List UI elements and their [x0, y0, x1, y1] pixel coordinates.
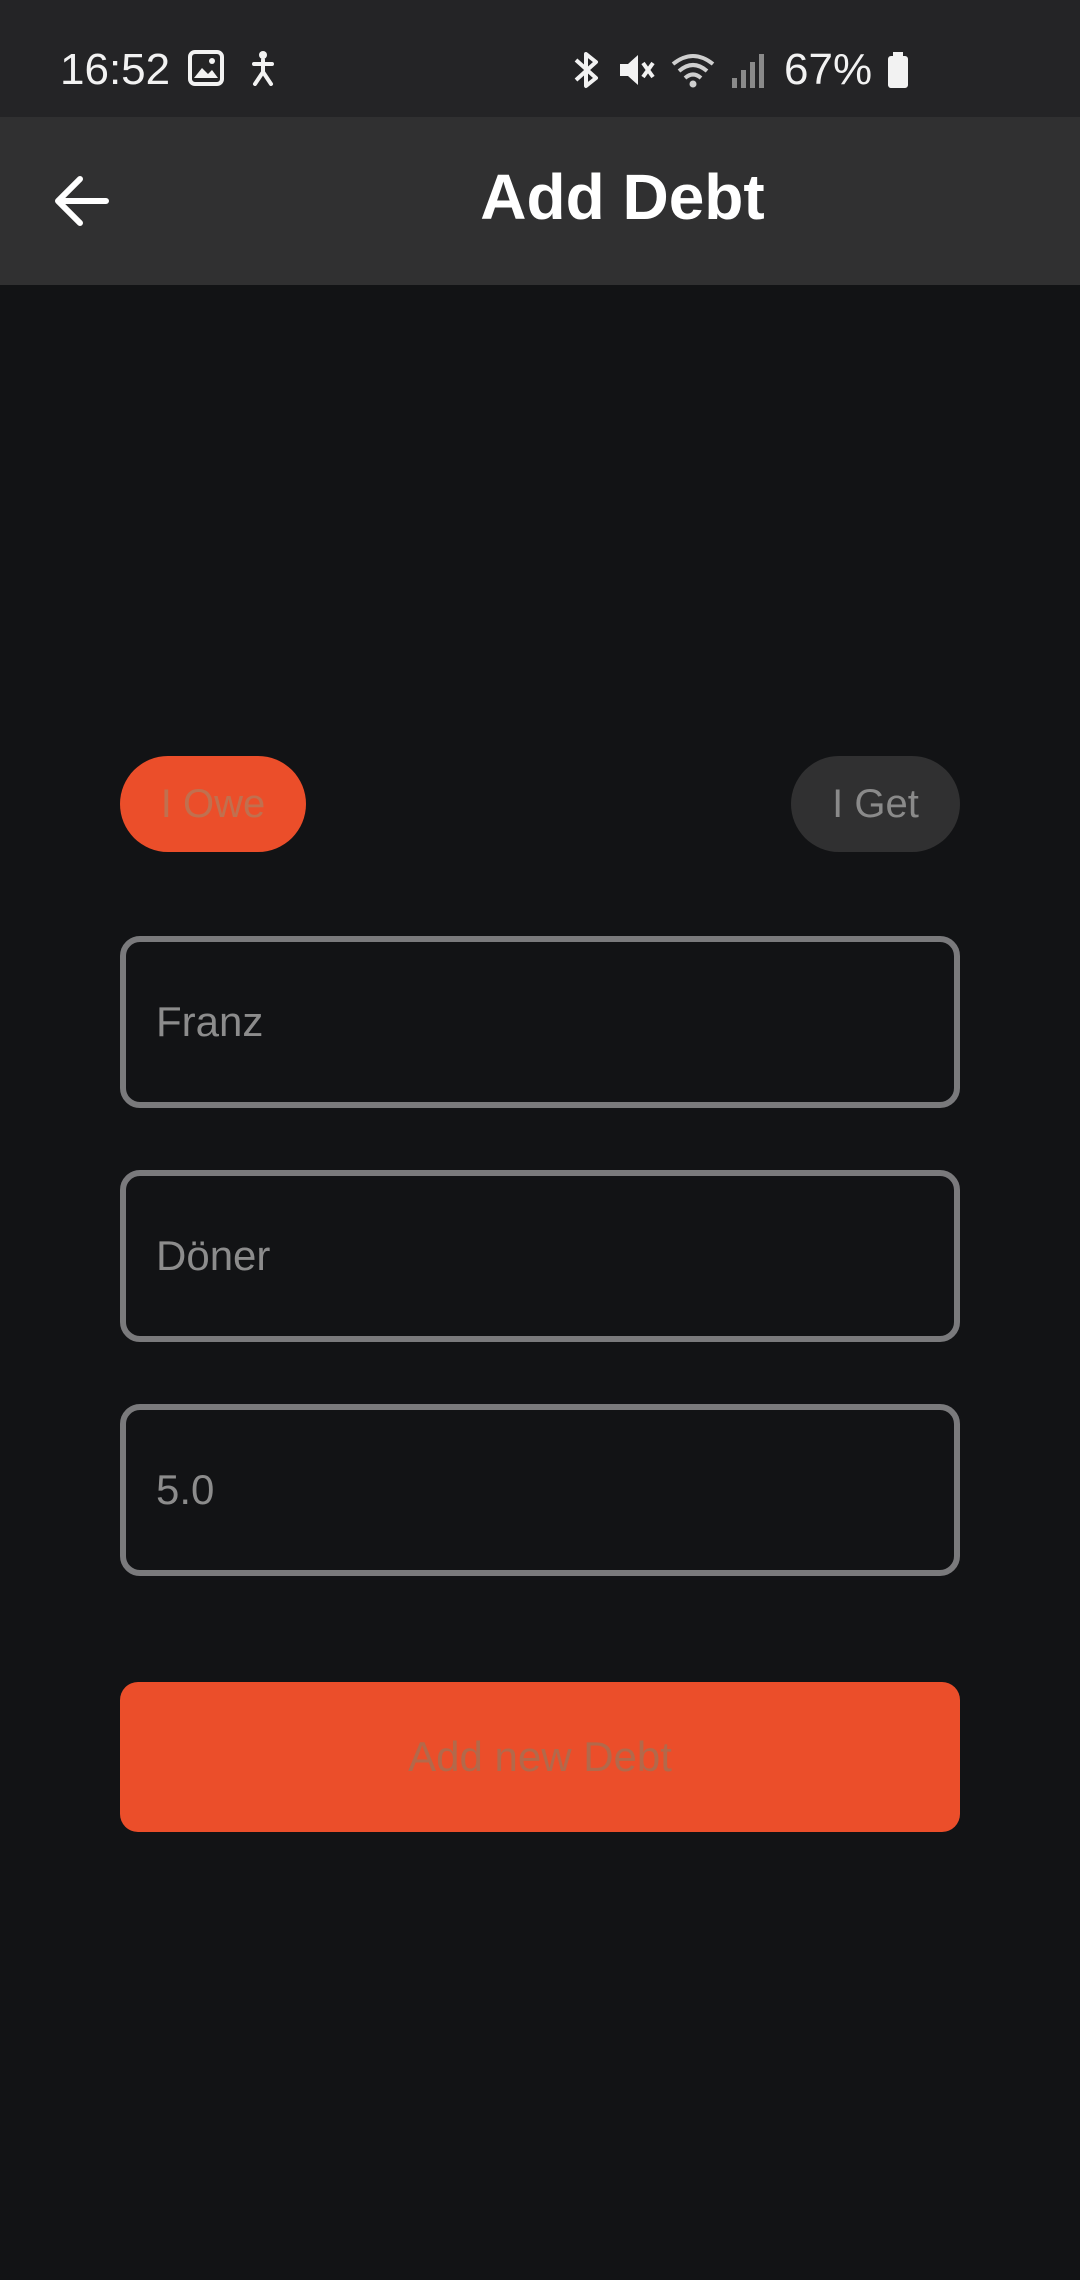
status-right-icons: 67%: [570, 40, 910, 100]
description-input[interactable]: [156, 1176, 926, 1336]
page-title: Add Debt: [480, 161, 765, 233]
i-owe-toggle[interactable]: I Owe: [120, 756, 306, 852]
bluetooth-icon: [570, 50, 602, 90]
status-time: 16:52: [60, 45, 171, 94]
gallery-icon: [188, 50, 224, 86]
status-left-icons: [188, 50, 280, 86]
add-new-debt-button[interactable]: Add new Debt: [120, 1682, 960, 1832]
app-bar: Add Debt: [0, 117, 1080, 285]
amount-field[interactable]: [120, 1404, 960, 1576]
amount-input[interactable]: [156, 1410, 926, 1570]
accessibility-icon: [246, 50, 280, 86]
signal-icon: [730, 50, 766, 90]
name-input[interactable]: [156, 942, 926, 1102]
mute-icon: [616, 50, 656, 90]
battery-percent: 67%: [784, 45, 873, 94]
status-bar: 16:52 67%: [0, 0, 1080, 117]
description-field[interactable]: [120, 1170, 960, 1342]
name-field[interactable]: [120, 936, 960, 1108]
battery-icon: [886, 50, 910, 90]
i-get-toggle[interactable]: I Get: [791, 756, 960, 852]
wifi-icon: [670, 50, 716, 90]
